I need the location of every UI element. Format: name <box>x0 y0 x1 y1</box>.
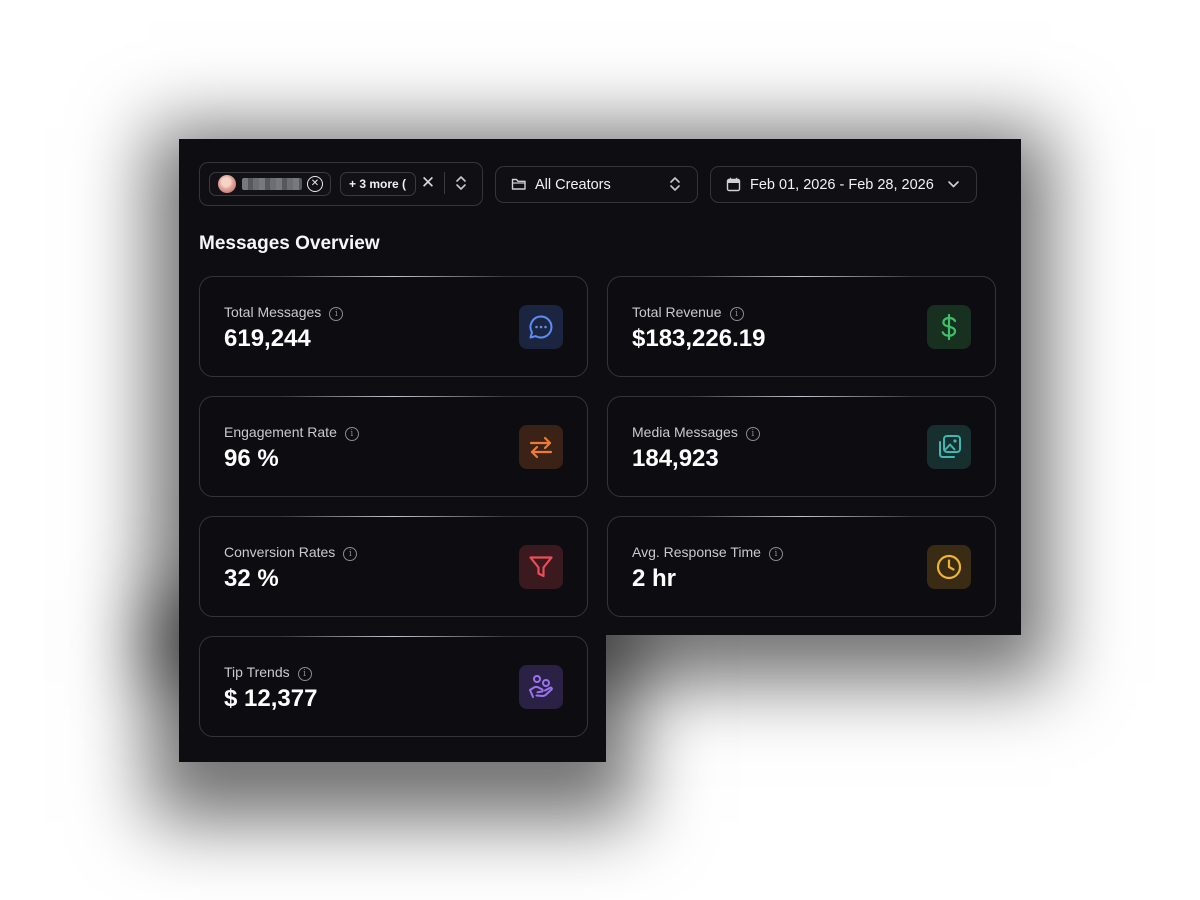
close-icon[interactable]: ✕ <box>420 173 436 193</box>
creators-dropdown[interactable]: All Creators <box>495 166 698 203</box>
card-value: 96 % <box>224 445 279 472</box>
folder-icon <box>511 178 526 190</box>
card-value: 2 hr <box>632 565 677 592</box>
info-icon[interactable]: i <box>768 547 783 561</box>
card-value: $ 12,377 <box>224 685 318 712</box>
card-value: $183,226.19 <box>632 325 766 352</box>
chevron-up-down-icon <box>670 177 680 191</box>
stat-card-engagement-rate: Engagement Rate i 96 % <box>199 396 588 497</box>
stat-card-media-messages: Media Messages i 184,923 <box>607 396 996 497</box>
funnel-icon <box>519 545 563 589</box>
message-bubble-icon <box>519 305 563 349</box>
section-title: Messages Overview <box>199 233 380 254</box>
card-title: Total Revenue <box>632 304 722 320</box>
calendar-icon <box>726 177 741 192</box>
more-creators-chip[interactable]: + 3 more ( <box>340 172 416 196</box>
info-icon[interactable]: i <box>297 667 312 681</box>
card-title: Conversion Rates <box>224 544 336 560</box>
images-icon <box>927 425 971 469</box>
info-icon[interactable]: i <box>343 547 358 561</box>
card-value: 32 % <box>224 565 279 592</box>
chevron-up-down-icon[interactable] <box>455 173 467 193</box>
divider <box>444 172 445 194</box>
x-circle-icon[interactable]: ✕ <box>307 176 323 192</box>
info-icon[interactable]: i <box>729 307 744 321</box>
card-title: Avg. Response Time <box>632 544 761 560</box>
chevron-down-icon <box>948 181 959 188</box>
info-icon[interactable]: i <box>329 307 344 321</box>
hand-coins-icon <box>519 665 563 709</box>
creator-chip[interactable]: ✕ <box>209 172 331 196</box>
clock-icon <box>927 545 971 589</box>
stat-card-conversion-rates: Conversion Rates i 32 % <box>199 516 588 617</box>
info-icon[interactable]: i <box>745 427 760 441</box>
creator-name-redacted <box>242 178 302 190</box>
card-title: Engagement Rate <box>224 424 337 440</box>
more-creators-label: + 3 more ( <box>349 177 407 191</box>
card-value: 184,923 <box>632 445 719 472</box>
stat-card-tip-trends: Tip Trends i $ 12,377 <box>199 636 588 737</box>
card-title: Tip Trends <box>224 664 290 680</box>
arrows-swap-icon <box>519 425 563 469</box>
stat-card-avg-response-time: Avg. Response Time i 2 hr <box>607 516 996 617</box>
dollar-icon <box>927 305 971 349</box>
stat-card-total-messages: Total Messages i 619,244 <box>199 276 588 377</box>
card-value: 619,244 <box>224 325 311 352</box>
creators-dropdown-label: All Creators <box>535 177 611 193</box>
avatar <box>218 175 236 193</box>
date-range-label: Feb 01, 2026 - Feb 28, 2026 <box>750 177 934 193</box>
info-icon[interactable]: i <box>344 427 359 441</box>
card-title: Media Messages <box>632 424 738 440</box>
card-title: Total Messages <box>224 304 322 320</box>
date-range-picker[interactable]: Feb 01, 2026 - Feb 28, 2026 <box>710 166 977 203</box>
stat-card-total-revenue: Total Revenue i $183,226.19 <box>607 276 996 377</box>
